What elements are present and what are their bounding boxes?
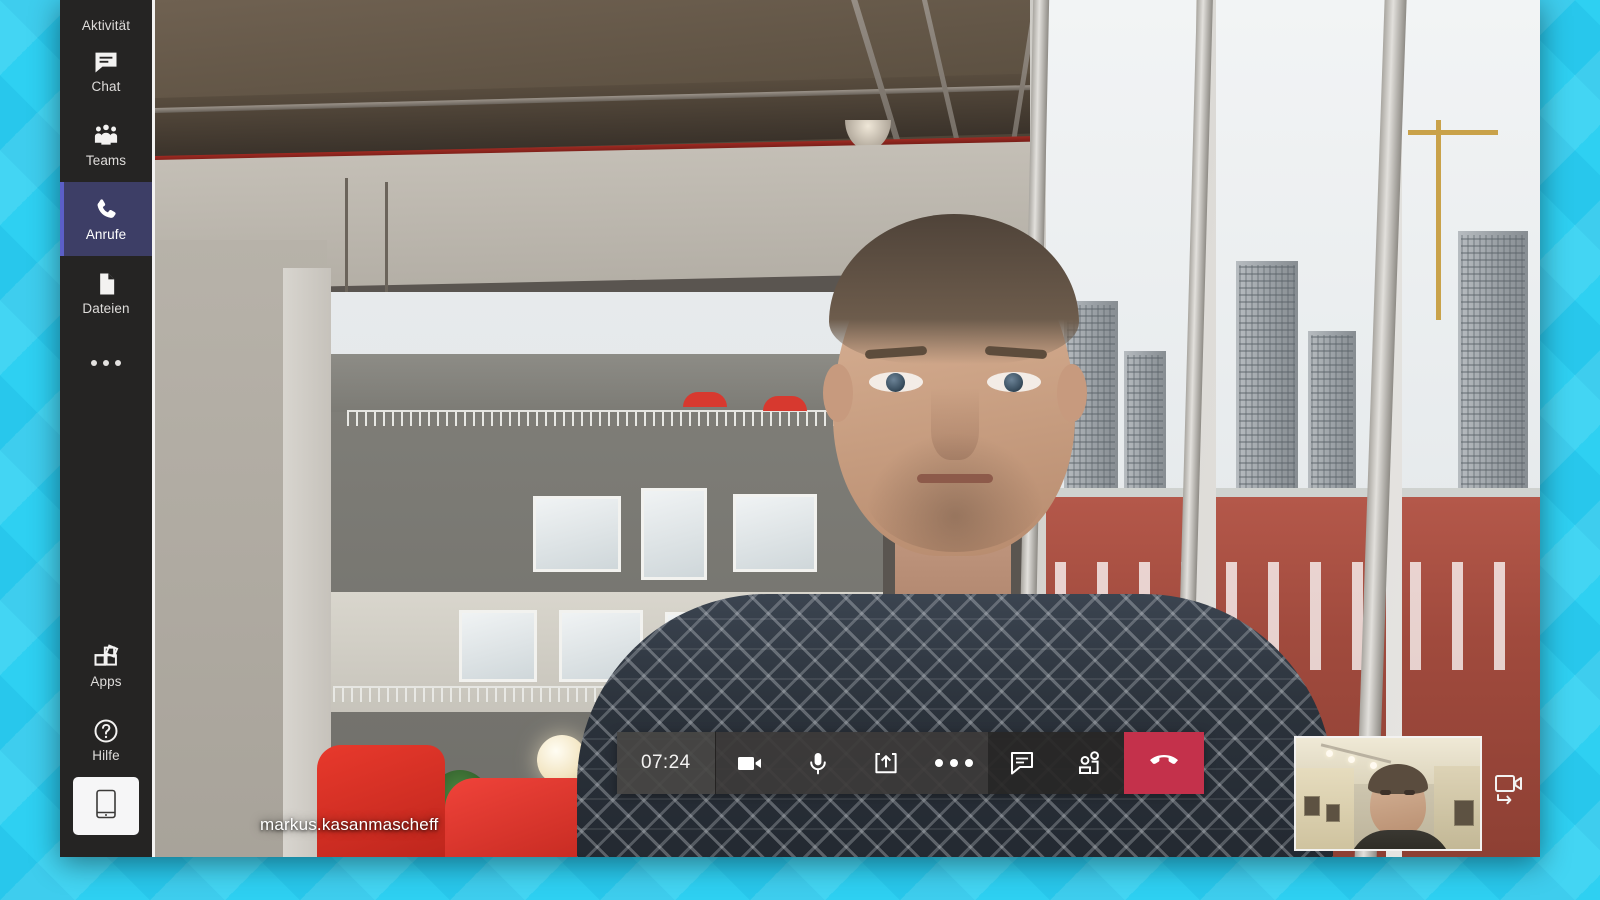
people-icon [1075, 748, 1105, 778]
sidebar-item-help[interactable]: Hilfe [60, 703, 152, 777]
hangup-phone-icon [1146, 743, 1182, 784]
share-screen-icon [871, 748, 901, 778]
video-bg-glass-pane [1402, 0, 1540, 857]
apps-icon [92, 643, 120, 671]
sidebar-item-calls[interactable]: Anrufe [60, 182, 152, 256]
video-camera-icon [735, 748, 765, 778]
sidebar-item-label: Hilfe [92, 748, 120, 764]
camera-button[interactable] [716, 732, 784, 794]
popout-video-button[interactable] [1492, 773, 1528, 805]
popout-video-icon [1492, 775, 1528, 809]
share-screen-button[interactable] [852, 732, 920, 794]
sidebar-item-label: Teams [85, 153, 127, 169]
video-bg-window-pane [533, 496, 621, 572]
more-ellipsis-icon [934, 759, 973, 767]
participants-button[interactable] [1056, 732, 1124, 794]
chat-bubble-icon [1007, 748, 1037, 778]
sidebar-item-label: Aktivität [81, 17, 131, 33]
sidebar-item-label: Apps [90, 674, 122, 690]
video-bg-conduit [385, 182, 388, 298]
main-video-stage[interactable]: markus.kasanmascheff 07:24 [152, 0, 1540, 857]
more-ellipsis-icon [91, 360, 121, 366]
sidebar-item-label: Anrufe [85, 227, 127, 243]
microphone-icon [803, 748, 833, 778]
video-bg-red-chair [317, 745, 445, 857]
mobile-device-icon [94, 789, 118, 824]
chat-icon [92, 48, 120, 76]
help-circle-icon [92, 717, 120, 745]
side-panel-controls-group [987, 732, 1124, 794]
sidebar-item-files[interactable]: Dateien [60, 256, 152, 330]
video-bg-conduit [345, 178, 348, 298]
sidebar-item-chat[interactable]: Chat [60, 34, 152, 108]
sidebar-item-more[interactable] [60, 330, 152, 396]
self-view-video[interactable] [1294, 736, 1482, 851]
phone-icon [92, 196, 120, 224]
app-sidebar: Aktivität Chat Teams Anrufe Dateien Apps… [60, 0, 152, 857]
hangup-button[interactable] [1123, 732, 1204, 794]
more-actions-button[interactable] [920, 732, 988, 794]
sidebar-item-activity[interactable]: Aktivität [60, 0, 152, 34]
sidebar-item-label: Chat [91, 79, 121, 95]
participant-name-label: markus.kasanmascheff [260, 815, 439, 834]
call-control-bar: 07:24 [617, 732, 1204, 794]
mobile-device-button[interactable] [73, 777, 139, 835]
video-bg-window-pane [459, 610, 537, 682]
call-timer: 07:24 [617, 732, 716, 794]
sidebar-item-teams[interactable]: Teams [60, 108, 152, 182]
sidebar-item-label: Dateien [82, 301, 130, 317]
teams-icon [92, 122, 120, 150]
microphone-button[interactable] [784, 732, 852, 794]
media-controls-group [715, 732, 988, 794]
sidebar-item-apps[interactable]: Apps [60, 629, 152, 703]
files-icon [92, 270, 120, 298]
chat-button[interactable] [988, 732, 1056, 794]
teams-window: Aktivität Chat Teams Anrufe Dateien Apps… [60, 0, 1540, 857]
